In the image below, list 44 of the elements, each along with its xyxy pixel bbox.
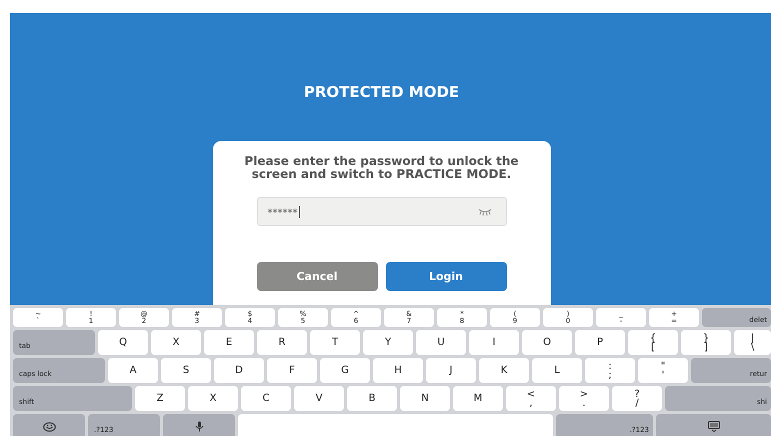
key[interactable]: S	[161, 358, 211, 383]
key[interactable]: E	[204, 330, 254, 355]
key[interactable]: D	[214, 358, 264, 383]
smiley-icon	[42, 422, 56, 432]
key[interactable]: I	[469, 330, 519, 355]
key[interactable]: ? /	[612, 386, 662, 411]
key[interactable]: } ]	[681, 330, 731, 355]
key[interactable]: B	[347, 386, 397, 411]
key[interactable]: G	[320, 358, 370, 383]
password-field[interactable]: ******	[256, 197, 506, 226]
keyboard-hide-key[interactable]	[656, 414, 771, 436]
key[interactable]: | \	[734, 330, 771, 355]
closed-eye-icon[interactable]	[478, 208, 492, 216]
key[interactable]: H	[373, 358, 423, 383]
screen-title: PROTECTED MODE	[304, 83, 460, 101]
key[interactable]: X	[188, 386, 238, 411]
key[interactable]: M	[453, 386, 503, 411]
key[interactable]: T	[310, 330, 360, 355]
login-button[interactable]: Login	[386, 262, 506, 291]
dialog-message: Please enter the password to unlock the screen and switch to PRACTICE MODE.	[243, 155, 520, 181]
key[interactable]: < ,	[506, 386, 556, 411]
key[interactable]: A	[108, 358, 158, 383]
key[interactable]: F	[267, 358, 317, 383]
key[interactable]: Y	[363, 330, 413, 355]
key[interactable]: U	[416, 330, 466, 355]
emoji-key[interactable]	[13, 414, 85, 436]
key[interactable]: N	[400, 386, 450, 411]
key[interactable]: : ;	[585, 358, 635, 383]
key[interactable]: " '	[638, 358, 688, 383]
key[interactable]: P	[575, 330, 625, 355]
key[interactable]: X	[151, 330, 201, 355]
key[interactable]: Q	[98, 330, 148, 355]
key[interactable]: Z	[135, 386, 185, 411]
key[interactable]: K	[479, 358, 529, 383]
key[interactable]: V	[294, 386, 344, 411]
key[interactable]: O	[522, 330, 572, 355]
keyboard-icon	[708, 421, 720, 432]
key[interactable]: L	[532, 358, 582, 383]
microphone-icon	[194, 421, 204, 432]
key[interactable]: C	[241, 386, 291, 411]
key[interactable]: R	[257, 330, 307, 355]
key[interactable]: J	[426, 358, 476, 383]
key[interactable]: { [	[628, 330, 678, 355]
key[interactable]: > .	[559, 386, 609, 411]
